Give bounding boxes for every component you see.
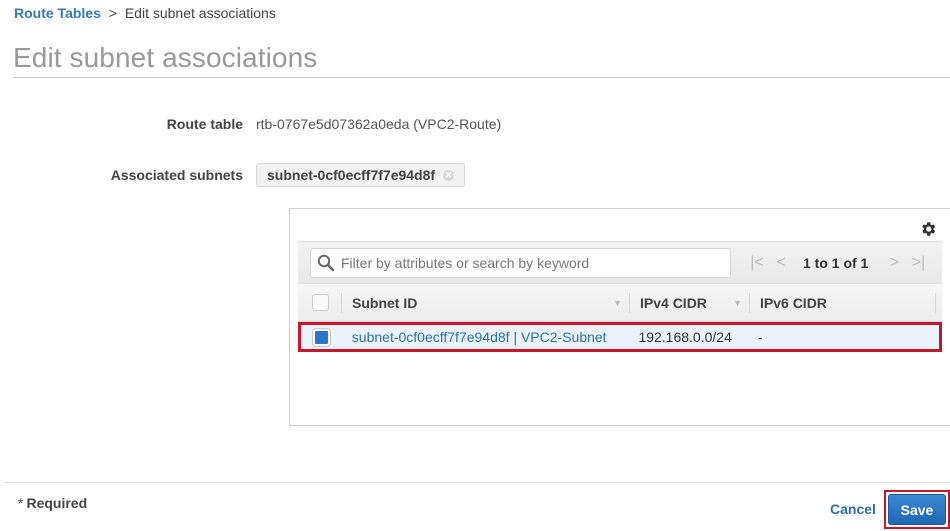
required-note: * Required: [18, 495, 87, 511]
title-divider: [13, 77, 950, 78]
edit-subnet-associations-page: Route Tables > Edit subnet associations …: [0, 0, 950, 531]
subnet-table: |< < 1 to 1 of 1 > >| Subnet ID ▼ IPv4 C…: [298, 241, 942, 352]
breadcrumb-separator: >: [108, 5, 117, 21]
table-row[interactable]: subnet-0cf0ecff7f7e94d8f | VPC2-Subnet 1…: [298, 322, 942, 352]
header-select-cell: [298, 284, 342, 321]
row-select-cell: [301, 325, 342, 349]
search-input[interactable]: [341, 254, 721, 271]
subnet-token: subnet-0cf0ecff7f7e94d8f ✕: [256, 163, 466, 187]
breadcrumb: Route Tables > Edit subnet associations: [14, 5, 276, 21]
required-label: Required: [26, 495, 88, 511]
subnet-cell: subnet-0cf0ecff7f7e94d8f | VPC2-Subnet: [342, 325, 629, 349]
save-button[interactable]: Save: [888, 494, 946, 525]
column-header-subnet-id[interactable]: Subnet ID ▼: [342, 284, 630, 321]
last-page-icon[interactable]: >|: [906, 254, 930, 272]
search-icon: [317, 254, 335, 271]
ipv6-cell: -: [757, 329, 763, 345]
row-checkbox[interactable]: [312, 328, 330, 346]
subnet-token-label: subnet-0cf0ecff7f7e94d8f: [267, 167, 436, 183]
column-label: Subnet ID: [352, 294, 418, 311]
gear-icon[interactable]: [919, 220, 937, 238]
pagination-text: 1 to 1 of 1: [803, 254, 869, 271]
column-header-ipv6-cidr[interactable]: IPv6 CIDR: [750, 284, 942, 321]
column-label: IPv6 CIDR: [760, 294, 827, 311]
next-page-icon[interactable]: >: [882, 254, 906, 272]
prev-page-icon[interactable]: <: [769, 254, 793, 272]
footer-divider: [4, 482, 950, 483]
cancel-button[interactable]: Cancel: [830, 501, 876, 517]
sort-caret-icon[interactable]: ▼: [733, 298, 742, 308]
associated-subnets-row: Associated subnets subnet-0cf0ecff7f7e94…: [0, 163, 466, 187]
route-table-value: rtb-0767e5d07362a0eda (VPC2-Route): [256, 116, 502, 132]
sort-caret-icon[interactable]: ▼: [613, 298, 622, 308]
select-all-checkbox[interactable]: [311, 294, 329, 311]
column-header-ipv4-cidr[interactable]: IPv4 CIDR ▼: [630, 284, 750, 321]
required-asterisk: *: [18, 495, 24, 511]
subnet-link[interactable]: subnet-0cf0ecff7f7e94d8f | VPC2-Subnet: [352, 329, 607, 345]
route-table-row: Route table rtb-0767e5d07362a0eda (VPC2-…: [0, 116, 501, 132]
breadcrumb-route-tables-link[interactable]: Route Tables: [14, 5, 101, 21]
ipv4-cell: 192.168.0.0/24: [638, 329, 732, 345]
column-label: IPv4 CIDR: [640, 294, 707, 311]
pagination: |< < 1 to 1 of 1 > >|: [745, 254, 930, 272]
breadcrumb-current: Edit subnet associations: [124, 5, 276, 21]
associated-subnets-label: Associated subnets: [110, 167, 243, 183]
table-toolbar: |< < 1 to 1 of 1 > >|: [298, 241, 942, 284]
page-title: Edit subnet associations: [13, 42, 318, 73]
first-page-icon[interactable]: |<: [745, 254, 769, 272]
close-circle-icon[interactable]: ✕: [443, 169, 455, 181]
table-header: Subnet ID ▼ IPv4 CIDR ▼ IPv6 CIDR: [298, 284, 942, 322]
search-box: [310, 247, 731, 278]
route-table-label: Route table: [166, 116, 243, 132]
